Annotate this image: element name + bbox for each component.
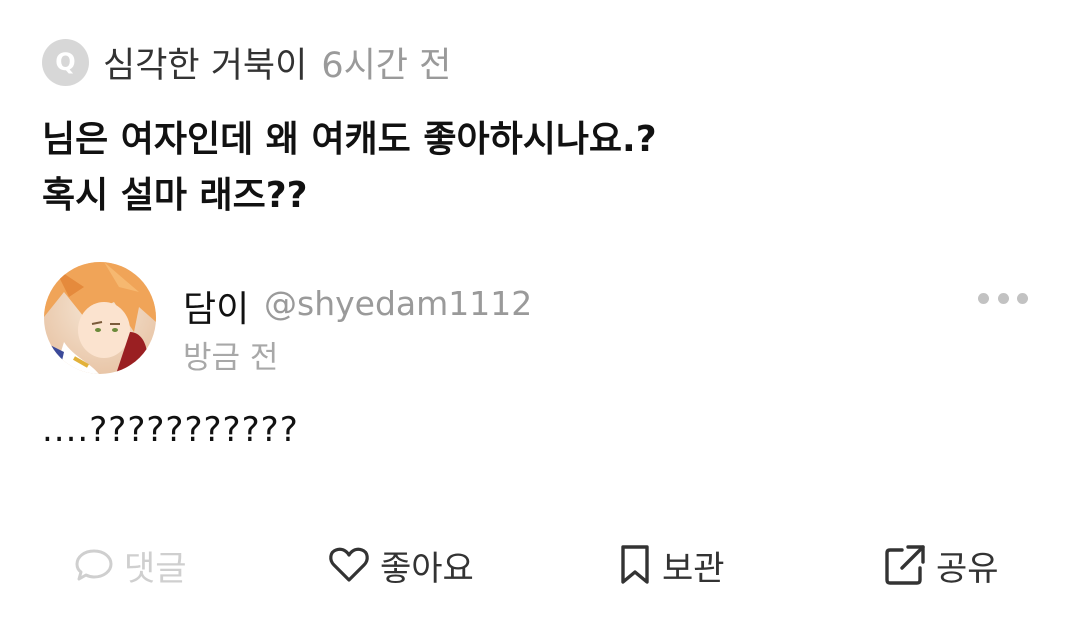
like-label: 좋아요 bbox=[380, 548, 474, 589]
question-line-1: 님은 여자인데 왜 여캐도 좋아하시나요.? bbox=[42, 119, 657, 160]
action-bar: 댓글 좋아요 보관 공유 bbox=[0, 530, 1078, 600]
answer-text: ....??????????? bbox=[42, 410, 299, 450]
share-button[interactable]: 공유 bbox=[884, 530, 999, 600]
question-timestamp: 6시간 전 bbox=[321, 45, 452, 86]
answerer-name[interactable]: 담이 bbox=[183, 280, 249, 332]
asker-name[interactable]: 심각한 거북이 bbox=[103, 37, 307, 88]
answerer-handle[interactable]: @shyedam1112 bbox=[264, 284, 532, 323]
question-line-2: 혹시 설마 래즈?? bbox=[42, 175, 308, 216]
comment-label: 댓글 bbox=[124, 548, 187, 589]
save-label: 보관 bbox=[662, 548, 725, 589]
more-dot bbox=[1017, 292, 1028, 304]
more-dot bbox=[997, 292, 1009, 304]
question-header: Q 심각한 거북이 6시간 전 bbox=[42, 38, 451, 86]
like-button[interactable]: 좋아요 bbox=[328, 530, 474, 600]
question-text: 님은 여자인데 왜 여캐도 좋아하시나요.? 혹시 설마 래즈?? bbox=[42, 112, 942, 224]
answer-header: 담이 @shyedam1112 방금 전 bbox=[44, 262, 1034, 378]
comment-icon bbox=[75, 549, 113, 581]
save-button[interactable]: 보관 bbox=[618, 530, 725, 600]
share-label: 공유 bbox=[936, 548, 999, 589]
question-badge-icon: Q bbox=[42, 38, 89, 86]
more-icon[interactable] bbox=[978, 288, 1028, 308]
heart-icon bbox=[329, 547, 369, 582]
comment-button[interactable]: 댓글 bbox=[74, 530, 187, 600]
bookmark-icon bbox=[621, 545, 649, 584]
answer-timestamp: 방금 전 bbox=[183, 340, 279, 376]
share-icon bbox=[885, 545, 925, 585]
more-dot bbox=[978, 292, 989, 304]
avatar[interactable] bbox=[44, 262, 156, 374]
